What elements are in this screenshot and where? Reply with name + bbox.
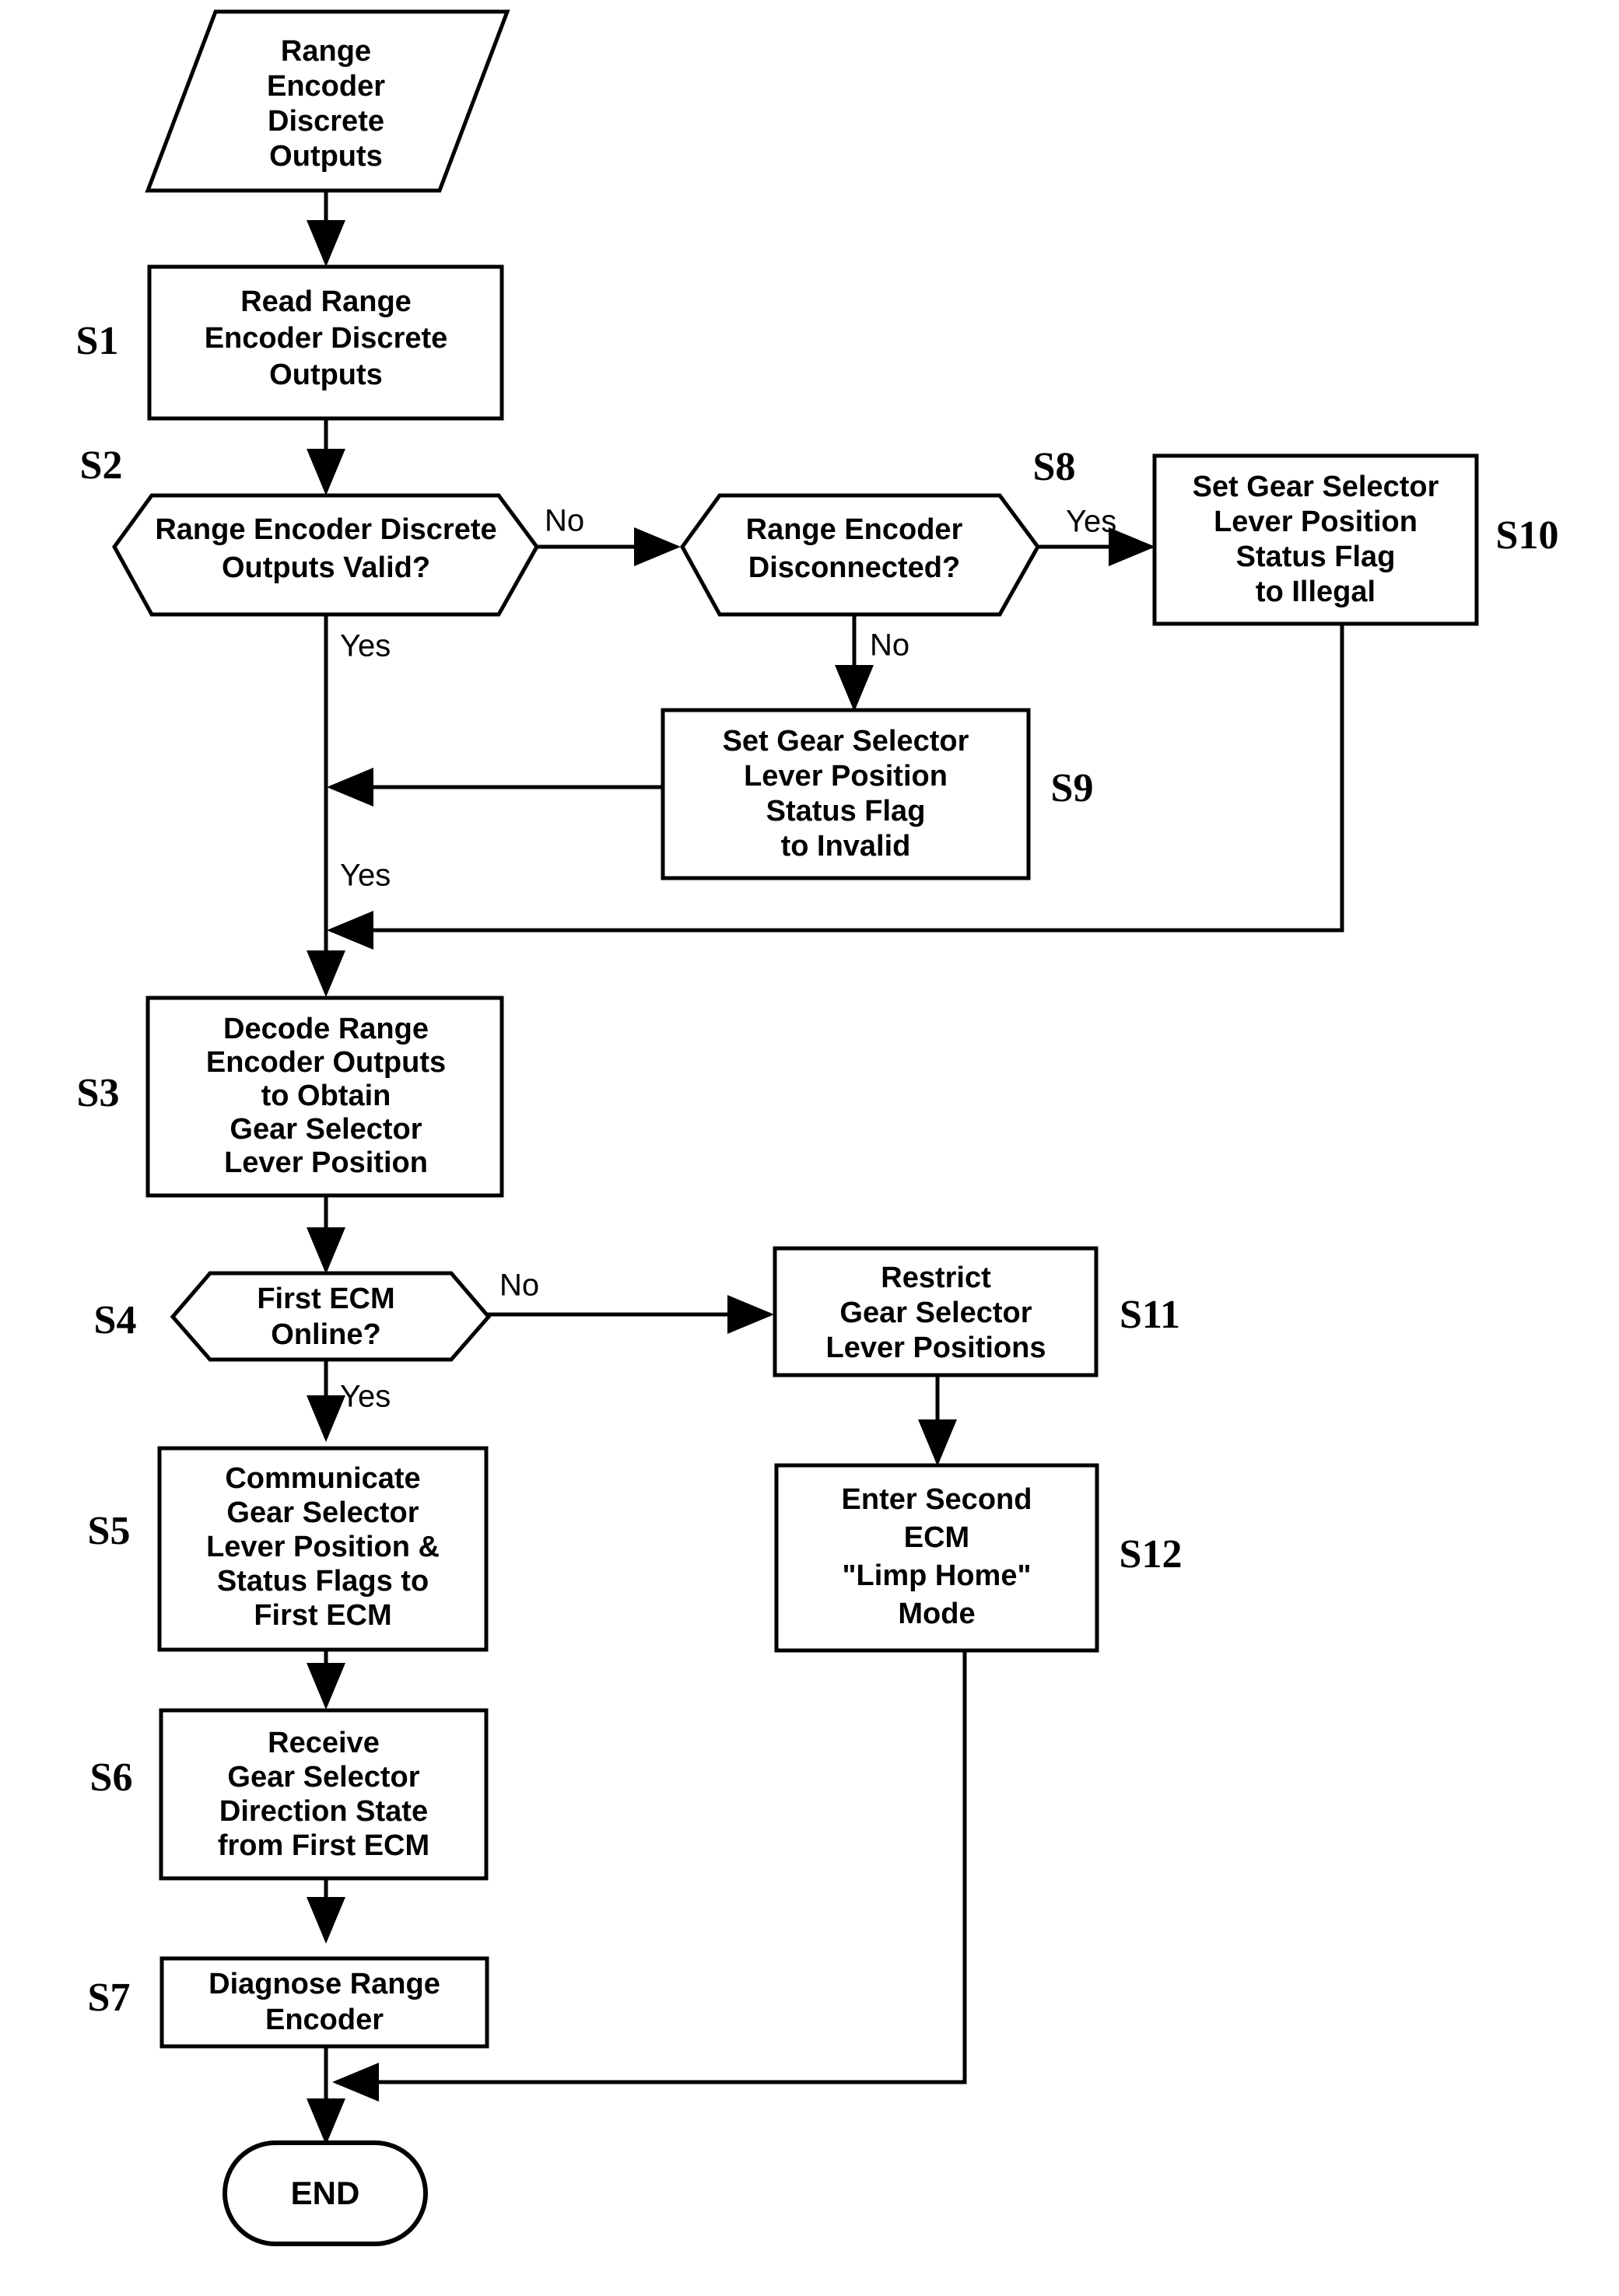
s12-step-id: S12 — [1120, 1532, 1183, 1577]
s3-line-4: Gear Selector — [230, 1113, 422, 1146]
s5-line-4: Status Flags to — [217, 1565, 429, 1598]
s6-step-id: S6 — [90, 1755, 133, 1800]
node-s9[interactable]: Set Gear Selector Lever Position Status … — [661, 708, 1094, 880]
s10-step-id: S10 — [1496, 513, 1559, 558]
s3-line-2: Encoder Outputs — [206, 1046, 446, 1079]
s11-line-2: Gear Selector — [839, 1297, 1032, 1329]
flowchart-canvas: Range Encoder Discrete Outputs Read Rang… — [76, 9, 1559, 2246]
s10-line-2: Lever Position — [1214, 506, 1418, 538]
flowchart-page: Range Encoder Discrete Outputs Read Rang… — [0, 0, 1619, 2296]
s2-line-1: Range Encoder Discrete — [155, 513, 496, 546]
node-s10[interactable]: Set Gear Selector Lever Position Status … — [1152, 453, 1559, 626]
s3-line-1: Decode Range — [223, 1013, 429, 1045]
node-s7[interactable]: Diagnose Range Encoder S7 — [88, 1956, 489, 2049]
s10-line-4: to Illegal — [1256, 576, 1375, 608]
node-s1[interactable]: Read Range Encoder Discrete Outputs S1 — [76, 264, 504, 421]
s12-line-1: Enter Second — [842, 1483, 1032, 1516]
edge-label-s2-no: No — [545, 504, 584, 538]
s1-line-2: Encoder Discrete — [205, 322, 448, 355]
s11-step-id: S11 — [1120, 1293, 1180, 1337]
edge-label-s8-no: No — [870, 628, 909, 663]
s12-line-3: "Limp Home" — [843, 1559, 1032, 1592]
s1-line-3: Outputs — [269, 359, 383, 391]
node-s3[interactable]: Decode Range Encoder Outputs to Obtain G… — [77, 996, 504, 1198]
s2-line-2: Outputs Valid? — [222, 551, 430, 584]
s2-step-id: S2 — [80, 443, 123, 488]
node-s8[interactable]: Range Encoder Disconnected? S8 — [680, 445, 1076, 617]
s5-line-5: First ECM — [254, 1599, 391, 1632]
edge-label-s4-yes: Yes — [340, 1380, 391, 1414]
s5-line-2: Gear Selector — [226, 1496, 419, 1529]
s7-step-id: S7 — [88, 1976, 131, 2020]
node-s6[interactable]: Receive Gear Selector Direction State fr… — [90, 1708, 489, 1881]
s11-line-3: Lever Positions — [826, 1332, 1046, 1364]
s7-line-2: Encoder — [265, 2004, 384, 2036]
s6-line-2: Gear Selector — [227, 1761, 419, 1794]
s12-line-2: ECM — [904, 1521, 969, 1554]
s8-step-id: S8 — [1033, 445, 1076, 489]
node-s11[interactable]: Restrict Gear Selector Lever Positions S… — [773, 1246, 1180, 1377]
node-s5[interactable]: Communicate Gear Selector Lever Position… — [88, 1446, 489, 1652]
node-s12[interactable]: Enter Second ECM "Limp Home" Mode S12 — [774, 1463, 1183, 1653]
input-line-3: Discrete — [268, 105, 384, 138]
s1-step-id: S1 — [76, 319, 119, 363]
edge-label-s8-yes: Yes — [1066, 505, 1116, 539]
edge-label-s4-no: No — [499, 1269, 539, 1303]
s3-line-5: Lever Position — [224, 1146, 428, 1179]
s9-line-3: Status Flag — [766, 795, 926, 828]
s6-line-4: from First ECM — [218, 1829, 429, 1862]
node-end[interactable]: END — [223, 2140, 428, 2246]
node-s4[interactable]: First ECM Online? S4 — [94, 1271, 492, 1362]
edge-label-merge-yes: Yes — [340, 859, 391, 893]
s5-line-1: Communicate — [225, 1462, 420, 1495]
s8-line-2: Disconnected? — [748, 551, 960, 584]
s6-line-1: Receive — [268, 1727, 380, 1759]
edge-label-s2-yes: Yes — [340, 629, 391, 663]
s12-line-4: Mode — [898, 1598, 975, 1630]
end-label: END — [291, 2175, 360, 2211]
node-input[interactable]: Range Encoder Discrete Outputs — [145, 9, 510, 193]
node-s2[interactable]: Range Encoder Discrete Outputs Valid? S2 — [80, 443, 539, 617]
s10-line-3: Status Flag — [1236, 541, 1396, 573]
s5-step-id: S5 — [88, 1509, 131, 1553]
s10-line-1: Set Gear Selector — [1193, 471, 1439, 503]
s6-line-3: Direction State — [219, 1795, 428, 1828]
s4-step-id: S4 — [94, 1298, 137, 1342]
s9-line-1: Set Gear Selector — [723, 725, 969, 758]
s1-line-1: Read Range — [240, 285, 412, 318]
s9-line-2: Lever Position — [744, 760, 948, 793]
s7-line-1: Diagnose Range — [209, 1968, 440, 2000]
s5-line-3: Lever Position & — [206, 1531, 440, 1563]
s9-step-id: S9 — [1051, 766, 1094, 810]
s3-line-3: to Obtain — [261, 1080, 391, 1112]
input-line-1: Range — [281, 35, 371, 68]
s4-line-2: Online? — [271, 1318, 380, 1351]
s3-step-id: S3 — [77, 1071, 120, 1115]
s4-line-1: First ECM — [257, 1283, 394, 1315]
s8-line-1: Range Encoder — [746, 513, 963, 546]
s11-line-1: Restrict — [881, 1262, 991, 1294]
input-line-2: Encoder — [267, 70, 385, 103]
input-line-4: Outputs — [269, 140, 383, 173]
s9-line-4: to Invalid — [781, 830, 911, 863]
